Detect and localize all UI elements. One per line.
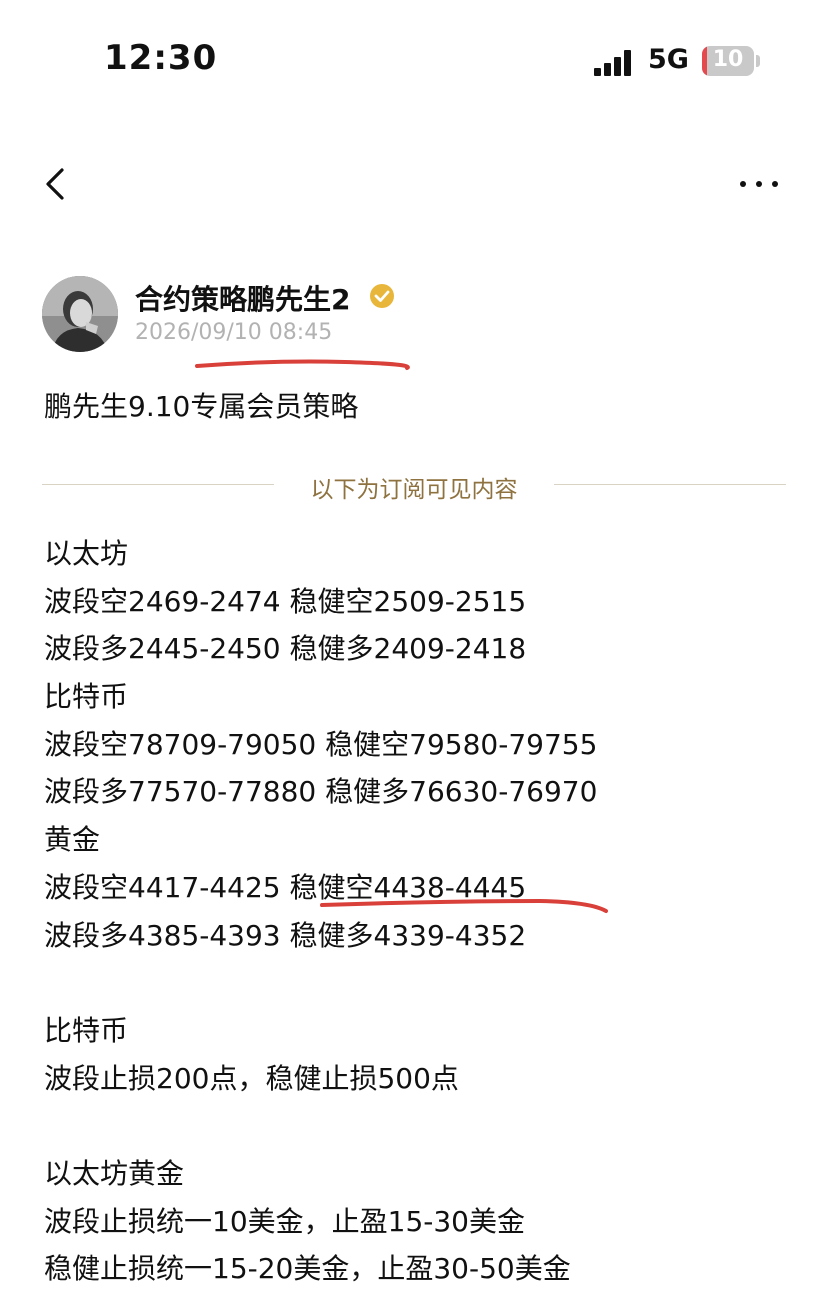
chevron-left-icon — [46, 168, 64, 200]
content-line: 波段多4385-4393 稳健多4339-4352 — [44, 918, 527, 952]
content-line: 黄金 — [44, 823, 101, 857]
content-line: 以太坊黄金 — [44, 1156, 185, 1190]
more-options-button[interactable] — [734, 166, 784, 202]
back-button[interactable] — [40, 166, 76, 202]
battery-icon: 10 — [702, 46, 754, 76]
content-line: 波段多77570-77880 稳健多76630-76970 — [44, 775, 598, 809]
battery-level-text: 10 — [712, 47, 744, 72]
subscription-divider-label: 以下为订阅可见内容 — [310, 477, 518, 503]
content-line: 比特币 — [44, 680, 129, 714]
content-line: 稳健止损统一15-20美金，止盈30-50美金 — [44, 1252, 571, 1286]
divider-line-right — [554, 484, 786, 485]
status-time: 12:30 — [104, 38, 218, 78]
content-line — [44, 1102, 597, 1150]
author-avatar[interactable] — [42, 276, 118, 352]
author-name[interactable]: 合约策略鹏先生2 — [135, 278, 350, 318]
verified-badge-icon — [370, 284, 394, 308]
divider-line-left — [42, 484, 274, 485]
post-timestamp: 2026/09/10 08:45 — [135, 320, 333, 345]
post-title: 鹏先生9.10专属会员策略 — [44, 390, 359, 423]
content-line: 比特币 — [44, 1013, 129, 1047]
content-line: 波段空2469-2474 稳健空2509-2515 — [44, 584, 527, 618]
content-line: 波段止损统一10美金，止盈15-30美金 — [44, 1204, 525, 1238]
content-line: 波段多2445-2450 稳健多2409-2418 — [44, 632, 527, 666]
network-type: 5G — [648, 44, 689, 75]
red-underline-annotation — [320, 898, 608, 913]
ellipsis-icon — [740, 181, 778, 187]
red-underline-annotation — [195, 359, 410, 370]
battery-cap — [756, 55, 760, 67]
status-bar: 12:30 5G 10 — [0, 0, 828, 120]
content-line: 以太坊 — [44, 537, 129, 570]
content-line: 波段空78709-79050 稳健空79580-79755 — [44, 727, 598, 761]
cellular-signal-icon — [594, 50, 634, 76]
content-line — [44, 959, 597, 1007]
content-line: 波段止损200点，稳健止损500点 — [44, 1061, 459, 1095]
